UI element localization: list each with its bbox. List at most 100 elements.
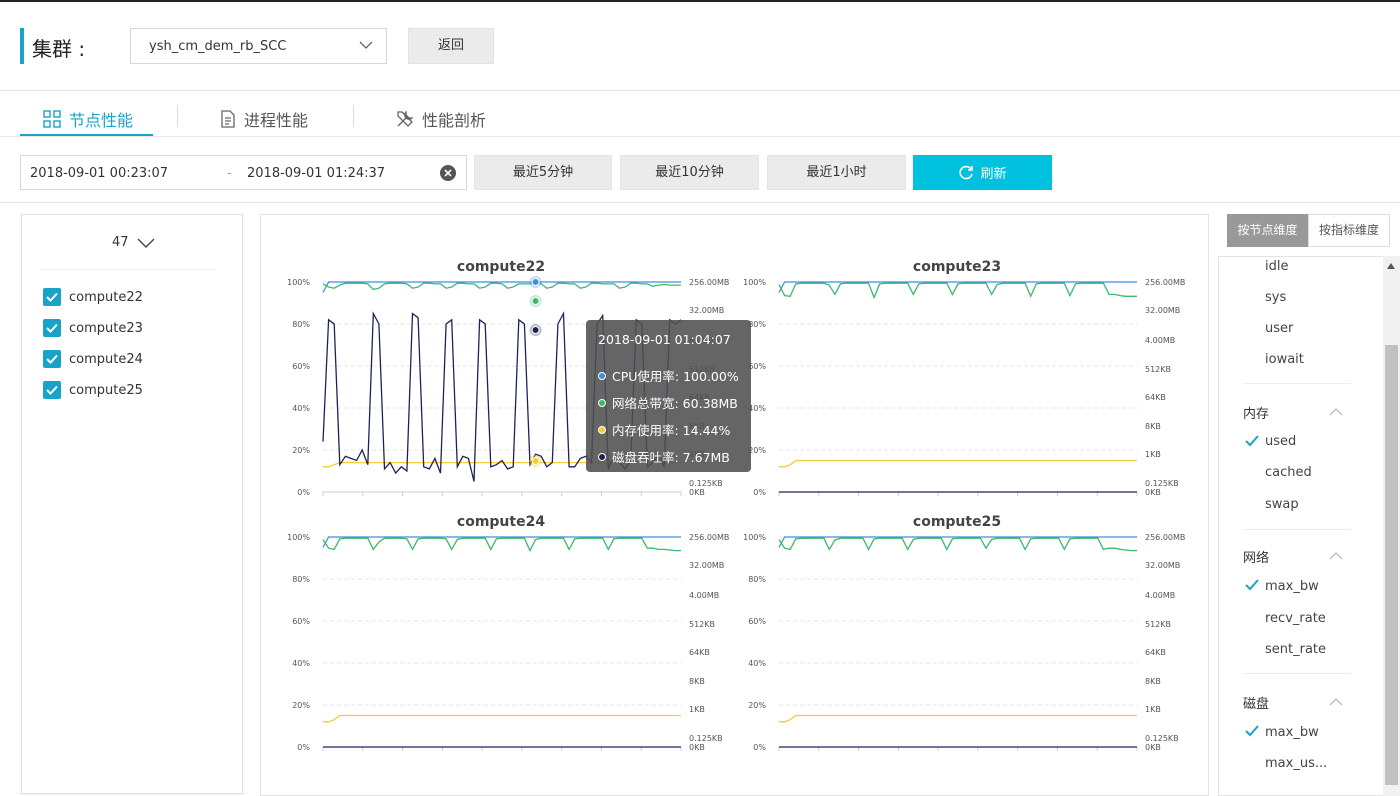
group-network[interactable]: 网络: [1243, 547, 1269, 566]
metric-memory-used[interactable]: used: [1265, 434, 1296, 449]
metric-panel: idle sys user iowait 内存 used cached swap…: [1218, 256, 1400, 796]
checkbox-checked-icon[interactable]: [43, 288, 61, 306]
tooltip-text: 磁盘吞吐率: 7.67MB: [612, 450, 730, 465]
y2-tick-label: 4.00MB: [1145, 591, 1175, 600]
by-node-button[interactable]: 按节点维度: [1227, 214, 1308, 247]
time-separator: -: [227, 166, 232, 181]
checkbox-checked-icon[interactable]: [43, 381, 61, 399]
y-tick-label: 0%: [297, 743, 310, 752]
last-1hour-button[interactable]: 最近1小时: [767, 155, 906, 190]
last-5min-button[interactable]: 最近5分钟: [474, 155, 612, 190]
y2-tick-label: 8KB: [689, 677, 705, 686]
y-tick-label: 100%: [287, 533, 310, 542]
series-dot: [598, 398, 606, 407]
y-tick-label: 80%: [292, 320, 310, 329]
series-line: [323, 714, 681, 723]
metric-idle[interactable]: idle: [1265, 259, 1288, 274]
tab-process-performance[interactable]: 进程性能: [220, 103, 308, 135]
y2-tick-label: 32.00MB: [1145, 306, 1180, 315]
scrollbar-thumb[interactable]: [1385, 345, 1398, 785]
y2-tick-label: 0.125KB: [689, 479, 723, 488]
back-button[interactable]: 返回: [408, 28, 494, 64]
metric-disk-max-bw[interactable]: max_bw: [1265, 725, 1319, 740]
chevron-up-icon[interactable]: [1329, 407, 1343, 417]
divider: [40, 269, 216, 270]
y2-tick-label: 1KB: [689, 705, 705, 714]
tooltip-row-network: 网络总带宽: 60.38MB: [598, 389, 751, 416]
group-memory[interactable]: 内存: [1243, 403, 1269, 422]
clear-icon[interactable]: [439, 164, 457, 182]
chart-title: compute25: [913, 514, 1001, 530]
node-checkbox-compute22[interactable]: compute22: [43, 287, 143, 307]
group-disk[interactable]: 磁盘: [1243, 693, 1269, 712]
metric-iowait[interactable]: iowait: [1265, 352, 1304, 367]
chevron-up-icon[interactable]: [1329, 697, 1343, 707]
metric-sys[interactable]: sys: [1265, 290, 1286, 305]
metric-disk-max-usage[interactable]: max_us...: [1265, 756, 1327, 771]
y2-tick-label: 32.00MB: [689, 561, 724, 570]
metric-network-max-bw[interactable]: max_bw: [1265, 579, 1319, 594]
node-checkbox-compute25[interactable]: compute25: [43, 380, 143, 400]
chevron-down-icon: [359, 41, 373, 49]
metric-memory-cached[interactable]: cached: [1265, 465, 1312, 480]
node-list-panel: 47 compute22 compute23 compute24 compute…: [21, 214, 243, 794]
metric-user[interactable]: user: [1265, 321, 1293, 336]
checkbox-checked-icon[interactable]: [43, 319, 61, 337]
y-tick-label: 40%: [292, 659, 310, 668]
divider: [1243, 529, 1351, 530]
series-line: [778, 537, 1137, 552]
divider: [0, 90, 1400, 91]
node-count-dropdown[interactable]: 47: [112, 235, 155, 250]
checkbox-checked-icon[interactable]: [43, 350, 61, 368]
y2-tick-label: 256.00MB: [1145, 533, 1185, 542]
y2-tick-label: 32.00MB: [689, 306, 724, 315]
dimension-switch: 按节点维度 按指标维度: [1227, 214, 1390, 247]
tab-divider: [177, 105, 178, 127]
y2-tick-label: 1KB: [1145, 450, 1161, 459]
tooltip-time: 2018-09-01 01:04:07: [598, 332, 731, 347]
cluster-select-value: ysh_cm_dem_rb_SCC: [149, 39, 287, 54]
divider: [0, 136, 1400, 137]
y-tick-label: 20%: [748, 701, 766, 710]
y2-tick-label: 256.00MB: [1145, 278, 1185, 287]
y2-tick-label: 64KB: [689, 648, 710, 657]
chevron-down-icon: [137, 238, 155, 248]
y2-tick-label: 4.00MB: [689, 591, 719, 600]
node-checkbox-compute23[interactable]: compute23: [43, 318, 143, 338]
y-tick-label: 0%: [753, 488, 766, 497]
time-end[interactable]: 2018-09-01 01:24:37: [247, 166, 385, 181]
metric-network-recv-rate[interactable]: recv_rate: [1265, 611, 1326, 626]
y-tick-label: 100%: [743, 278, 766, 287]
time-range-picker[interactable]: 2018-09-01 00:23:07 - 2018-09-01 01:24:3…: [20, 155, 467, 190]
node-count: 47: [112, 235, 129, 250]
tab-node-performance[interactable]: 节点性能: [43, 103, 133, 135]
series-dot: [598, 452, 606, 461]
tooltip-text: 网络总带宽: 60.38MB: [612, 396, 738, 411]
scroll-up-arrow-icon[interactable]: [1386, 262, 1396, 270]
node-checkbox-compute24[interactable]: compute24: [43, 349, 143, 369]
tab-divider: [353, 105, 354, 127]
divider: [1243, 383, 1351, 384]
tooltip-row-memory: 内存使用率: 14.44%: [598, 416, 751, 443]
time-start[interactable]: 2018-09-01 00:23:07: [30, 166, 168, 181]
y-tick-label: 100%: [287, 278, 310, 287]
y2-tick-label: 512KB: [689, 620, 715, 629]
y2-tick-label: 0.125KB: [1145, 734, 1179, 743]
by-metric-button[interactable]: 按指标维度: [1308, 214, 1390, 247]
y2-tick-label: 0.125KB: [1145, 479, 1179, 488]
charts-canvas: compute22 100% 80% 60% 40% 20% 0% 256.00MB 32.00…: [287, 259, 1185, 752]
refresh-button[interactable]: 刷新: [913, 155, 1052, 190]
cluster-label: 集群 :: [32, 37, 86, 61]
series-line: [779, 459, 1137, 468]
cluster-select[interactable]: ysh_cm_dem_rb_SCC: [130, 28, 387, 64]
chevron-up-icon[interactable]: [1329, 551, 1343, 561]
tab-performance-profiling[interactable]: 性能剖析: [396, 103, 486, 135]
metric-network-sent-rate[interactable]: sent_rate: [1265, 642, 1326, 657]
y2-tick-label: 512KB: [1145, 620, 1171, 629]
y2-tick-label: 0KB: [1145, 488, 1161, 497]
tooltip-text: 内存使用率: 14.44%: [612, 423, 731, 438]
metric-memory-swap[interactable]: swap: [1265, 497, 1299, 512]
last-10min-button[interactable]: 最近10分钟: [620, 155, 759, 190]
y2-tick-label: 4.00MB: [1145, 336, 1175, 345]
hover-marker: [531, 278, 540, 286]
